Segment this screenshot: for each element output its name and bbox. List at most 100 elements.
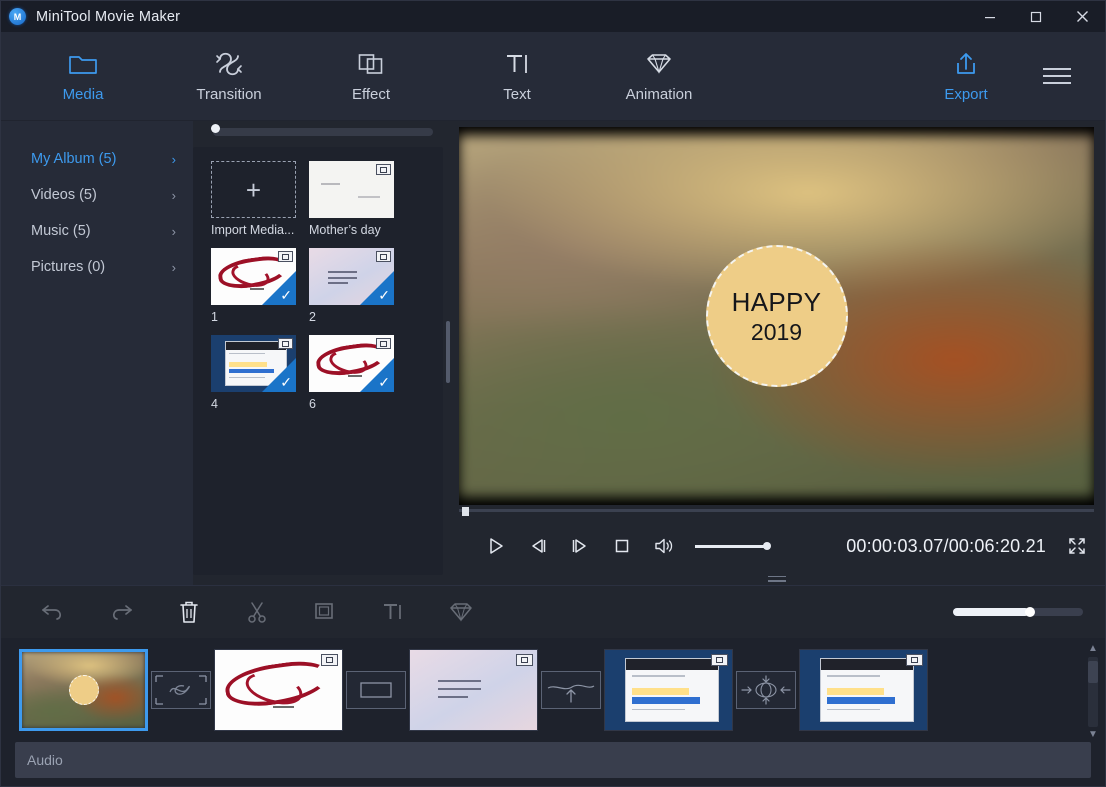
chevron-down-icon[interactable]: ▼ <box>1088 730 1098 740</box>
check-icon: ✓ <box>280 287 292 303</box>
media-thumbnail[interactable] <box>309 161 394 218</box>
import-media-placeholder[interactable]: + <box>211 161 296 218</box>
video-badge-icon <box>376 251 391 262</box>
media-item-import[interactable]: + Import Media... <box>211 161 296 237</box>
tab-effect-label: Effect <box>351 86 391 103</box>
volume-button[interactable] <box>643 526 685 566</box>
delete-button[interactable] <box>155 592 223 632</box>
check-icon: ✓ <box>378 287 390 303</box>
redo-button[interactable] <box>87 592 155 632</box>
media-thumbnail[interactable]: ✓ <box>211 248 296 305</box>
media-item[interactable]: ✓ 1 <box>211 248 296 324</box>
sidebar-item-videos[interactable]: Videos (5) › <box>1 177 193 213</box>
seek-bar[interactable] <box>459 505 1094 517</box>
undo-icon <box>42 605 61 620</box>
undo-button[interactable] <box>19 592 87 632</box>
media-panel-scrollbar[interactable] <box>446 321 450 383</box>
timecode-display: 00:00:03.07/00:06:20.21 <box>846 535 1046 556</box>
next-frame-button[interactable] <box>559 526 601 566</box>
media-grid: + Import Media... Mother’s day ✓ 1 ✓ 2 ✓… <box>193 147 443 575</box>
chevron-right-icon: › <box>171 151 176 167</box>
timeline-transition[interactable] <box>538 671 604 709</box>
slider-knob[interactable] <box>211 124 220 133</box>
media-panel: + Import Media... Mother’s day ✓ 1 ✓ 2 ✓… <box>193 121 453 585</box>
media-thumbnail[interactable]: ✓ <box>309 248 394 305</box>
sidebar-item-music[interactable]: Music (5) › <box>1 213 193 249</box>
scrollbar-thumb <box>1088 661 1098 683</box>
media-item[interactable]: ✓ 4 <box>211 335 296 411</box>
timeline-zoom-slider[interactable] <box>953 607 1083 617</box>
chevron-right-icon: › <box>171 259 176 275</box>
tab-text[interactable]: Text <box>465 49 569 103</box>
timeline-transition[interactable] <box>343 671 409 709</box>
timeline-clip[interactable] <box>19 649 148 731</box>
media-item[interactable]: ✓ 6 <box>309 335 394 411</box>
text-overlay-bubble[interactable]: HAPPY 2019 <box>705 245 848 387</box>
previous-frame-button[interactable] <box>517 526 559 566</box>
hamburger-menu-icon[interactable] <box>1031 68 1083 84</box>
tab-animation[interactable]: Animation <box>607 49 711 103</box>
volume-slider[interactable] <box>695 536 783 556</box>
diamond-icon <box>644 49 674 79</box>
thumbnail-size-slider[interactable] <box>193 121 453 141</box>
panel-resize-handle[interactable] <box>459 575 1094 585</box>
play-button[interactable] <box>475 526 517 566</box>
diamond-icon <box>450 603 472 622</box>
tab-effect[interactable]: Effect <box>319 49 423 103</box>
export-button[interactable]: Export <box>921 49 1011 103</box>
stop-button[interactable] <box>601 526 643 566</box>
chevron-up-icon[interactable]: ▲ <box>1088 644 1098 654</box>
fullscreen-button[interactable] <box>1060 529 1094 563</box>
tab-transition[interactable]: Transition <box>177 49 281 103</box>
media-thumbnail[interactable]: ✓ <box>309 335 394 392</box>
volume-track <box>695 545 767 548</box>
export-icon <box>952 49 980 79</box>
video-canvas[interactable]: HAPPY 2019 <box>459 127 1094 505</box>
text-icon <box>503 49 531 79</box>
media-thumbnail[interactable]: ✓ <box>211 335 296 392</box>
overlay-line-2: 2019 <box>750 318 803 345</box>
sidebar-item-label: My Album (5) <box>31 151 117 167</box>
timeline-clip[interactable] <box>214 649 343 731</box>
timeline-transition[interactable] <box>148 671 214 709</box>
transition-rectangle-icon <box>346 671 406 709</box>
app-logo-icon: M <box>9 8 26 25</box>
tab-animation-label: Animation <box>625 86 693 103</box>
timeline: ▲ ▼ Audio <box>1 638 1105 786</box>
media-library-sidebar: My Album (5) › Videos (5) › Music (5) › … <box>1 121 193 585</box>
close-button[interactable] <box>1059 1 1105 32</box>
folder-icon <box>68 49 98 79</box>
video-badge-icon <box>376 338 391 349</box>
maximize-button[interactable] <box>1013 1 1059 32</box>
tab-media-label: Media <box>62 86 104 103</box>
video-badge-icon <box>711 654 728 666</box>
audio-track[interactable]: Audio <box>15 742 1091 778</box>
timeline-clip[interactable] <box>604 649 733 731</box>
timeline-clip[interactable] <box>409 649 538 731</box>
media-item-label: 6 <box>309 397 316 411</box>
zoom-knob[interactable] <box>1025 607 1035 617</box>
sidebar-item-pictures[interactable]: Pictures (0) › <box>1 249 193 285</box>
sidebar-item-label: Pictures (0) <box>31 259 106 275</box>
text-button[interactable] <box>359 592 427 632</box>
timeline-clip[interactable] <box>799 649 928 731</box>
seek-playhead[interactable] <box>462 507 469 516</box>
scrollbar-track[interactable] <box>1088 657 1098 727</box>
tab-text-label: Text <box>503 86 531 103</box>
media-item[interactable]: Mother’s day <box>309 161 394 237</box>
sidebar-item-my-album[interactable]: My Album (5) › <box>1 141 193 177</box>
main-toolbar: Media Transition Effect Text Animation E… <box>1 32 1105 121</box>
tab-transition-label: Transition <box>196 86 262 103</box>
media-item-label: 4 <box>211 397 218 411</box>
animation-button[interactable] <box>427 592 495 632</box>
check-icon: ✓ <box>378 374 390 390</box>
media-item[interactable]: ✓ 2 <box>309 248 394 324</box>
volume-knob[interactable] <box>763 542 771 550</box>
timeline-transition[interactable] <box>733 671 799 709</box>
split-button[interactable] <box>223 592 291 632</box>
timeline-scrollbar[interactable]: ▲ ▼ <box>1086 644 1100 740</box>
edit-toolbar <box>1 585 1105 638</box>
minimize-button[interactable] <box>967 1 1013 32</box>
tab-media[interactable]: Media <box>31 49 135 103</box>
crop-button[interactable] <box>291 592 359 632</box>
